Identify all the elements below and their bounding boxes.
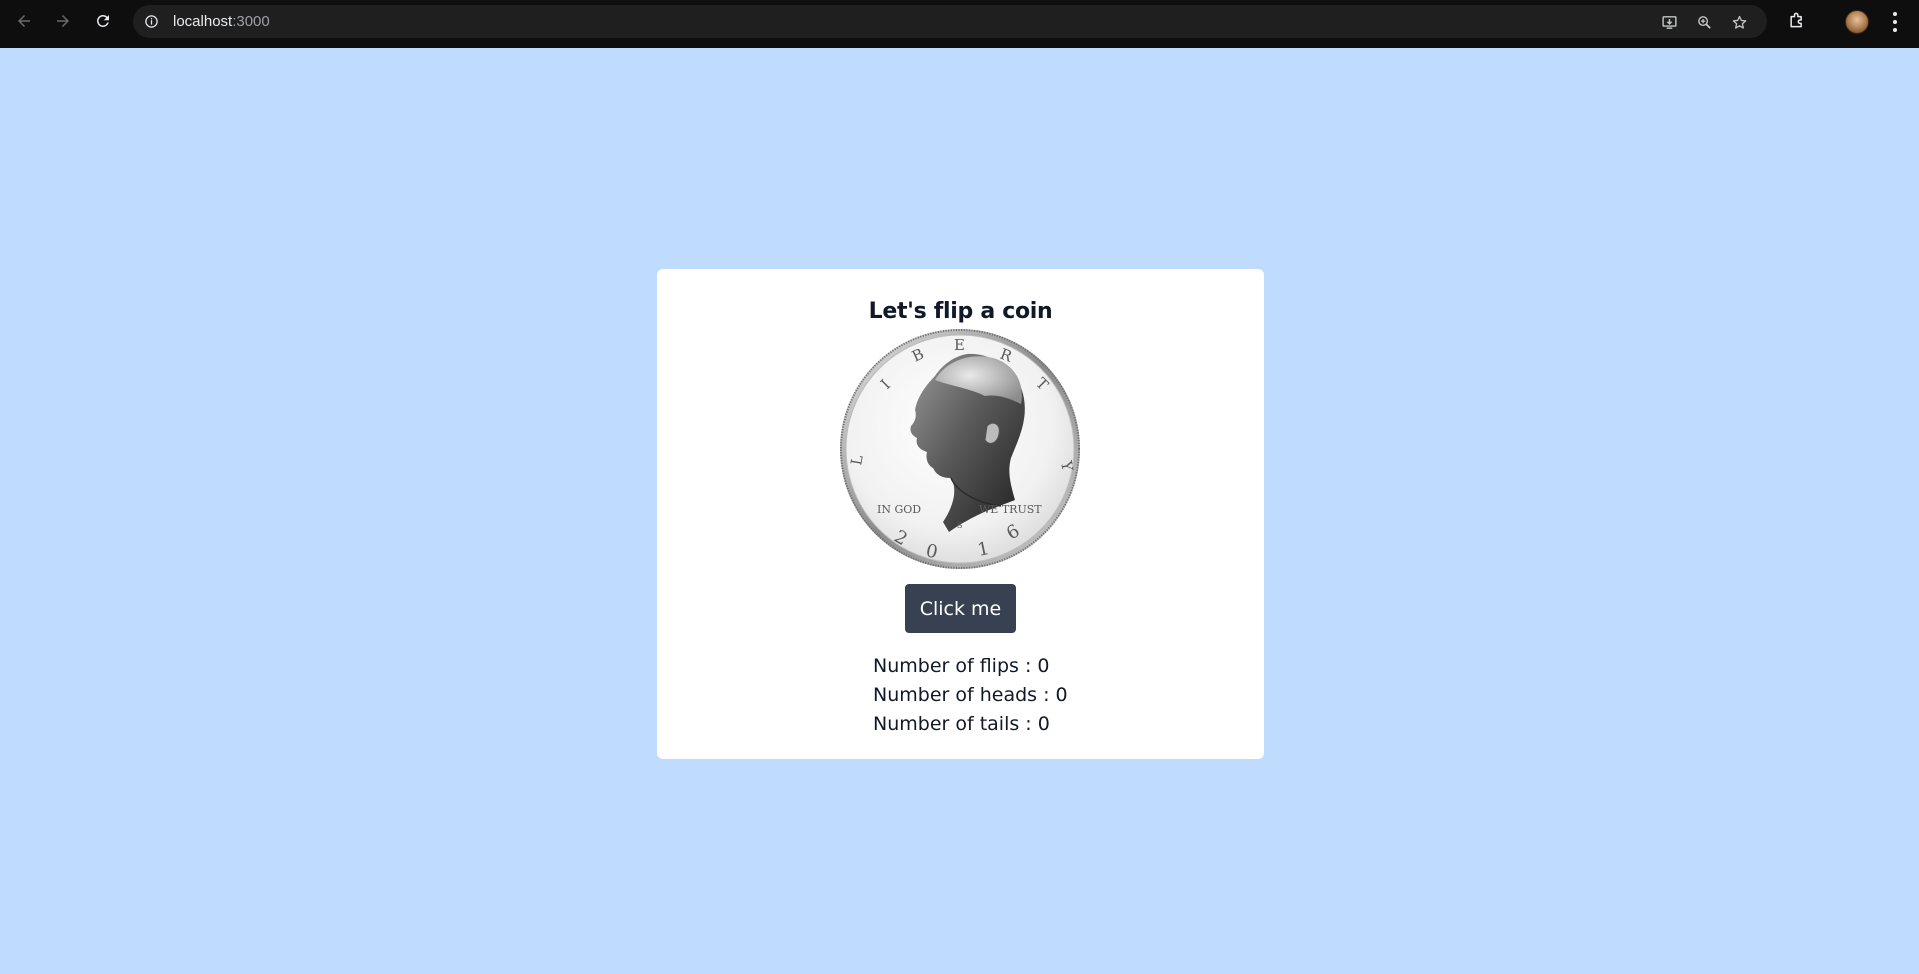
coin-mint-mark: S — [957, 521, 962, 530]
url-text: localhost:3000 — [173, 13, 270, 30]
bookmark-star-icon[interactable] — [1731, 14, 1748, 31]
coin-flip-card: Let's flip a coin L I B E R T Y IN GOD W… — [657, 269, 1264, 759]
back-button[interactable] — [13, 10, 35, 32]
forward-button[interactable] — [52, 10, 74, 32]
more-menu-icon[interactable] — [1892, 12, 1898, 32]
reload-icon — [96, 14, 109, 27]
coin-image: L I B E R T Y IN GOD WE TRUST S 2 0 1 6 — [840, 329, 1080, 569]
coin-letter-e: E — [954, 336, 965, 354]
forward-arrow-icon — [57, 15, 69, 27]
reload-button[interactable] — [92, 10, 114, 32]
url-port: :3000 — [232, 13, 270, 30]
site-info-icon[interactable] — [144, 14, 159, 29]
tails-count: Number of tails : 0 — [873, 713, 1050, 735]
profile-avatar[interactable] — [1845, 10, 1869, 34]
install-app-icon[interactable] — [1661, 14, 1678, 31]
url-host: localhost — [173, 13, 233, 30]
back-arrow-icon — [18, 15, 30, 27]
coin-motto-right: WE TRUST — [979, 503, 1042, 516]
browser-toolbar: localhost:3000 — [0, 0, 1919, 48]
flip-stats: Number of flips : 0 Number of heads : 0 … — [873, 652, 1068, 739]
flip-coin-button[interactable]: Click me — [905, 584, 1016, 633]
coin-motto-left: IN GOD — [877, 503, 921, 516]
heads-count: Number of heads : 0 — [873, 684, 1068, 706]
page-title: Let's flip a coin — [868, 299, 1053, 324]
flips-count: Number of flips : 0 — [873, 655, 1050, 677]
zoom-icon[interactable] — [1696, 14, 1713, 31]
extensions-icon[interactable] — [1787, 10, 1807, 30]
address-bar[interactable]: localhost:3000 — [133, 5, 1767, 38]
